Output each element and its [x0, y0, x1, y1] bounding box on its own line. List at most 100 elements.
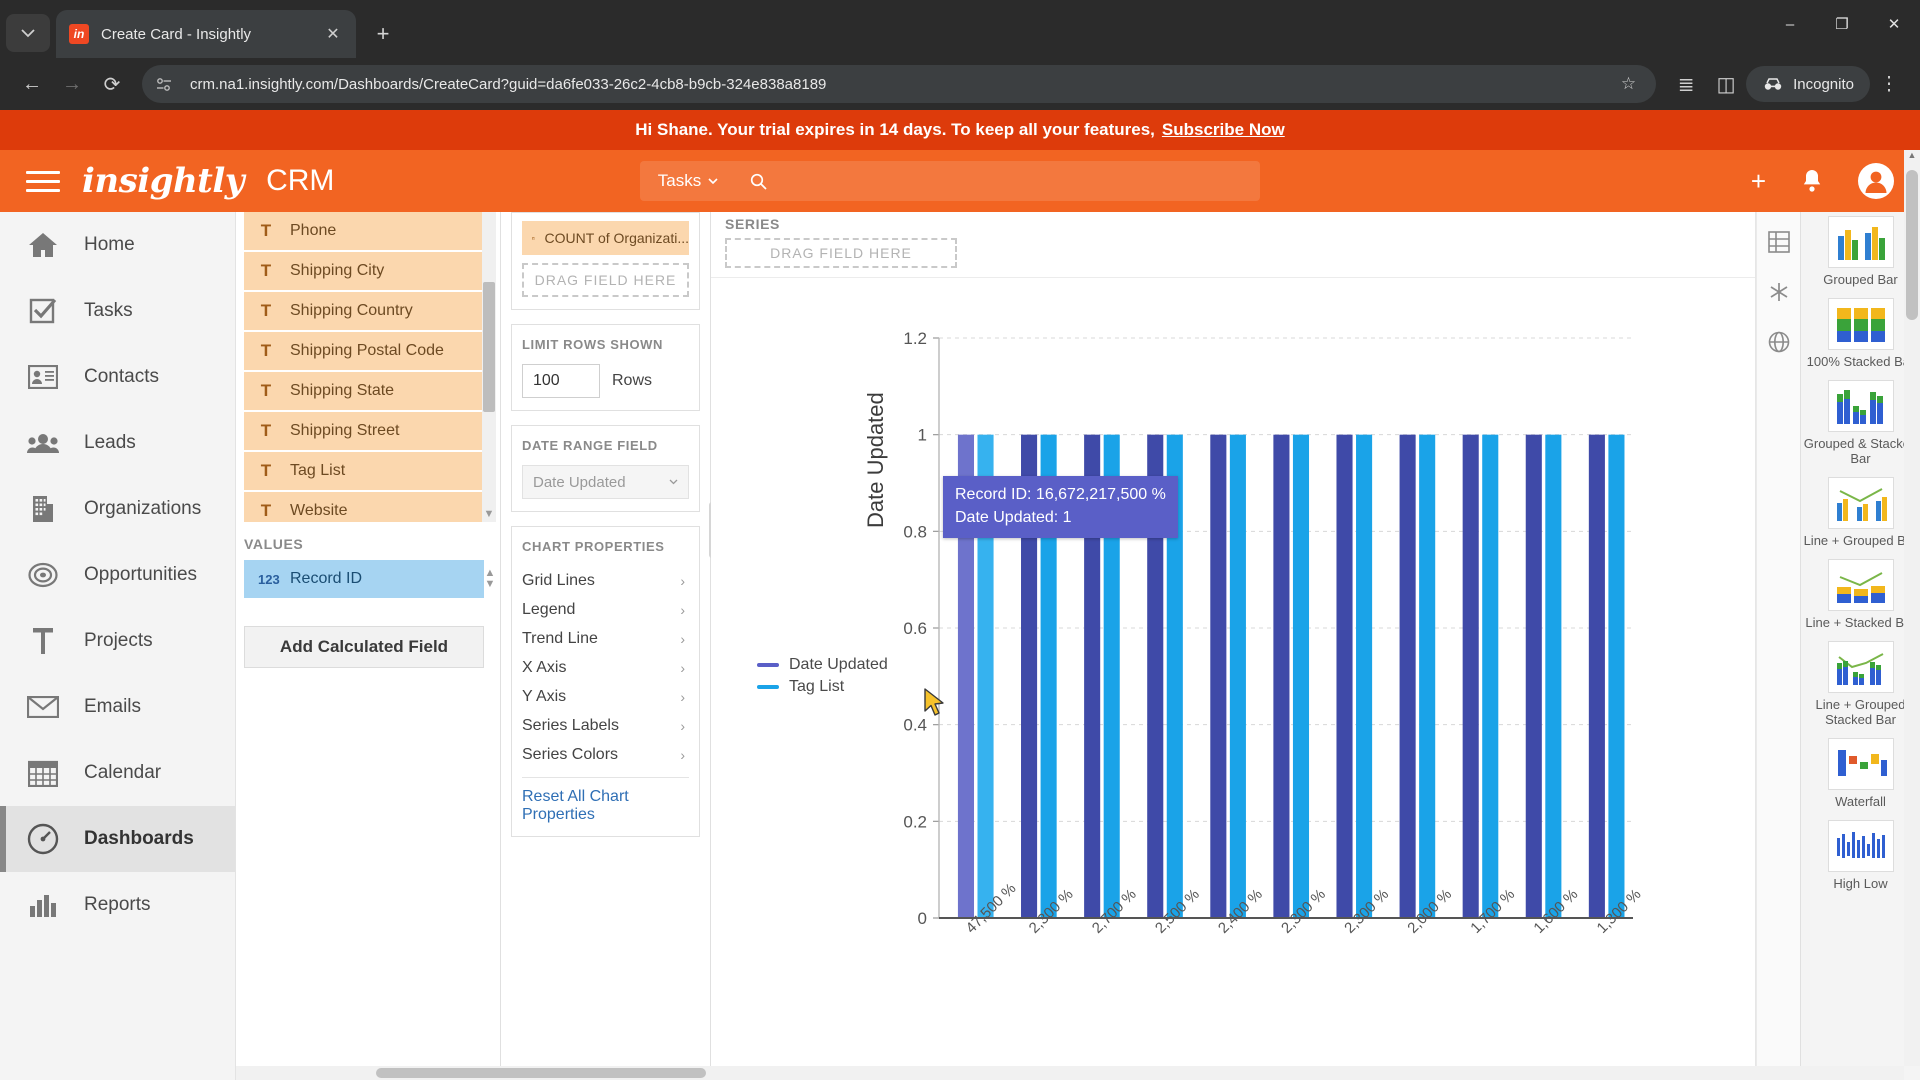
sidebar-item-leads[interactable]: Leads	[0, 410, 235, 476]
notifications-bell-icon[interactable]	[1800, 168, 1824, 194]
gallery-item-line-grouped-bar[interactable]: Line + Grouped Bar	[1801, 477, 1920, 548]
scrollbar-thumb[interactable]	[1906, 170, 1918, 320]
field-item-shipping-state[interactable]: T Shipping State	[244, 372, 484, 410]
chart-bar[interactable]	[1588, 434, 1605, 918]
stepper-up-icon[interactable]: ▲	[482, 568, 498, 579]
chart-bar[interactable]	[1336, 434, 1353, 918]
prop-series-labels[interactable]: Series Labels ›	[522, 711, 689, 740]
gallery-item-100-stacked-bar[interactable]: 100% Stacked Bar	[1801, 298, 1920, 369]
chart-bar[interactable]	[1525, 434, 1542, 918]
table-icon[interactable]	[1765, 228, 1793, 256]
prop-x-axis[interactable]: X Axis ›	[522, 653, 689, 682]
maximize-window-icon[interactable]: ❐	[1816, 0, 1868, 48]
site-settings-icon[interactable]	[156, 77, 178, 92]
close-window-icon[interactable]: ✕	[1868, 0, 1920, 48]
chart-bar[interactable]	[1273, 434, 1290, 918]
browser-menu-icon[interactable]: ⋮	[1870, 65, 1908, 103]
gallery-item-line-grouped-stacked-bar[interactable]: Line + Grouped Stacked Bar	[1801, 641, 1920, 727]
chart-bar[interactable]	[1210, 434, 1227, 918]
field-item-website[interactable]: T Website	[244, 492, 484, 522]
scroll-down-icon[interactable]: ▼	[482, 508, 496, 520]
address-bar[interactable]: crm.na1.insightly.com/Dashboards/CreateC…	[142, 65, 1657, 103]
chart-bar[interactable]	[1545, 434, 1562, 918]
scrollbar-thumb[interactable]	[376, 1068, 706, 1078]
prop-y-axis[interactable]: Y Axis ›	[522, 682, 689, 711]
chart-bar[interactable]	[1292, 434, 1310, 918]
bookmark-star-icon[interactable]: ☆	[1615, 74, 1642, 94]
reset-chart-properties-link[interactable]: Reset All Chart Properties	[522, 777, 689, 824]
field-item-shipping-postal-code[interactable]: T Shipping Postal Code	[244, 332, 484, 370]
field-list-scrollbar[interactable]: ▼	[482, 212, 496, 522]
chart-bar[interactable]	[1462, 434, 1479, 918]
chart-bar[interactable]	[1356, 434, 1373, 918]
reload-icon[interactable]: ⟳	[92, 64, 132, 104]
chart-bar[interactable]	[1482, 434, 1499, 918]
value-item-record-id[interactable]: 123 Record ID	[244, 560, 484, 598]
values-stepper[interactable]: ▲ ▼	[482, 560, 498, 598]
back-icon[interactable]: ←	[12, 64, 52, 104]
page-vertical-scrollbar[interactable]: ▲	[1904, 150, 1920, 1066]
close-tab-icon[interactable]: ✕	[320, 21, 346, 47]
chart-bar[interactable]	[1399, 434, 1416, 918]
field-item-phone[interactable]: T Phone	[244, 212, 484, 250]
sidebar-item-opportunities[interactable]: Opportunities	[0, 542, 235, 608]
tab-search-icon[interactable]	[6, 14, 50, 52]
sidebar-item-tasks[interactable]: Tasks	[0, 278, 235, 344]
prop-grid-lines[interactable]: Grid Lines ›	[522, 566, 689, 595]
chart-bar[interactable]	[1608, 434, 1625, 918]
date-range-select[interactable]: Date Updated	[522, 465, 689, 499]
sparkle-icon[interactable]	[1765, 278, 1793, 306]
gallery-item-line-stacked-bar[interactable]: Line + Stacked Bar	[1801, 559, 1920, 630]
chart-bar[interactable]	[1419, 434, 1436, 918]
forward-icon[interactable]: →	[52, 64, 92, 104]
sidebar-item-contacts[interactable]: Contacts	[0, 344, 235, 410]
field-item-shipping-street[interactable]: T Shipping Street	[244, 412, 484, 450]
sidebar-item-emails[interactable]: Emails	[0, 674, 235, 740]
field-item-tag-list[interactable]: T Tag List	[244, 452, 484, 490]
subscribe-now-link[interactable]: Subscribe Now	[1162, 120, 1285, 140]
filter-dropzone[interactable]: DRAG FIELD HERE	[522, 263, 689, 297]
scrollbar-thumb[interactable]	[483, 282, 495, 412]
sidebar-item-projects[interactable]: Projects	[0, 608, 235, 674]
limit-rows-input[interactable]	[522, 364, 600, 398]
sidebar-item-organizations[interactable]: Organizations	[0, 476, 235, 542]
scroll-up-icon[interactable]: ▲	[1904, 150, 1920, 166]
gallery-item-waterfall[interactable]: Waterfall	[1801, 738, 1920, 809]
field-item-shipping-country[interactable]: T Shipping Country	[244, 292, 484, 330]
sidebar-item-home[interactable]: Home	[0, 212, 235, 278]
gallery-item-high-low[interactable]: High Low	[1801, 820, 1920, 891]
values-dropzone[interactable]: 123 Record ID ▲ ▼	[236, 560, 500, 598]
search-input[interactable]	[777, 172, 1260, 190]
field-item-shipping-city[interactable]: T Shipping City	[244, 252, 484, 290]
sidebar-item-dashboards[interactable]: Dashboards	[0, 806, 235, 872]
sidebar-item-reports[interactable]: Reports	[0, 872, 235, 938]
new-tab-icon[interactable]: +	[366, 17, 400, 51]
prop-trend-line[interactable]: Trend Line ›	[522, 624, 689, 653]
legend-entry-date-updated[interactable]: Date Updated	[757, 654, 888, 676]
filter-chip[interactable]: COUNT of Organizati...	[522, 221, 689, 255]
user-avatar[interactable]	[1858, 163, 1894, 199]
prop-legend[interactable]: Legend ›	[522, 595, 689, 624]
insightly-logo[interactable]: insightly	[82, 161, 245, 201]
sidebar-item-calendar[interactable]: Calendar	[0, 740, 235, 806]
legend-entry-tag-list[interactable]: Tag List	[757, 676, 888, 698]
search-scope-dropdown[interactable]: Tasks	[640, 161, 736, 201]
incognito-indicator[interactable]: Incognito	[1746, 66, 1870, 102]
globe-icon[interactable]	[1765, 328, 1793, 356]
prop-series-colors[interactable]: Series Colors ›	[522, 740, 689, 769]
add-new-icon[interactable]: +	[1751, 166, 1766, 197]
side-panel-icon[interactable]: ◫	[1706, 64, 1746, 104]
hamburger-menu-icon[interactable]	[26, 170, 60, 192]
reading-list-icon[interactable]: ≣	[1666, 64, 1706, 104]
page-horizontal-scrollbar[interactable]	[236, 1066, 1904, 1080]
series-dropzone[interactable]: DRAG FIELD HERE	[725, 238, 957, 268]
gallery-item-grouped-bar[interactable]: Grouped Bar	[1801, 216, 1920, 287]
minimize-window-icon[interactable]: –	[1764, 0, 1816, 48]
add-calculated-field-button[interactable]: Add Calculated Field	[244, 626, 484, 668]
browser-tab[interactable]: in Create Card - Insightly ✕	[56, 10, 356, 58]
stepper-down-icon[interactable]: ▼	[482, 579, 498, 590]
search-input-wrapper[interactable]	[736, 161, 1260, 201]
chart-bar[interactable]	[1229, 434, 1246, 918]
text-type-icon: T	[260, 301, 272, 320]
gallery-item-grouped-stacked-bar[interactable]: Grouped & Stacked Bar	[1801, 380, 1920, 466]
